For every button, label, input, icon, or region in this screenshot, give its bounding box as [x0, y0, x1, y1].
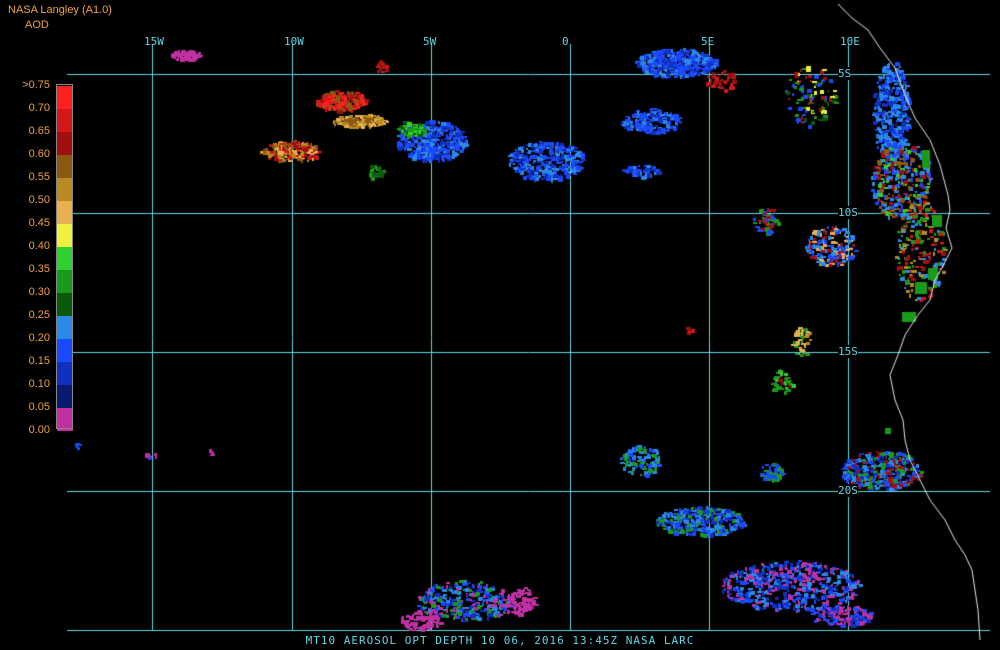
legend-label: 0.65 — [28, 125, 50, 137]
legend-colorbar — [56, 84, 73, 429]
legend-label: 0.15 — [28, 355, 50, 367]
legend-label: 0.30 — [28, 286, 50, 298]
longitude-label: 10E — [840, 35, 860, 48]
legend-label: 0.55 — [28, 171, 50, 183]
credit-label: NASA Langley (A1.0) — [8, 4, 112, 16]
legend-label: 0.25 — [28, 309, 50, 321]
legend-label: 0.00 — [28, 424, 50, 436]
parameter-label: AOD — [25, 19, 49, 31]
longitude-label: 5E — [701, 35, 715, 48]
latitude-label: 10S — [838, 206, 858, 219]
legend-label: 0.40 — [28, 240, 50, 252]
legend-label: >0.75 — [22, 79, 50, 91]
longitude-label: 0 — [562, 35, 569, 48]
latitude-label: 5S — [838, 67, 852, 80]
longitude-label: 15W — [144, 35, 164, 48]
legend-label: 0.50 — [28, 194, 50, 206]
aod-map-canvas — [0, 0, 1000, 650]
footer-caption: MT10 AEROSOL OPT DEPTH 10 06, 2016 13:45… — [305, 634, 695, 647]
legend-label: 0.45 — [28, 217, 50, 229]
color-legend: >0.75 0.70 0.65 0.60 0.55 0.50 0.45 0.40 0.35 0.3… — [0, 78, 80, 438]
latitude-label: 15S — [838, 345, 858, 358]
latitude-label: 20S — [838, 484, 858, 497]
legend-label: 0.35 — [28, 263, 50, 275]
legend-label: 0.20 — [28, 332, 50, 344]
legend-label: 0.60 — [28, 148, 50, 160]
legend-label: 0.70 — [28, 102, 50, 114]
longitude-label: 5W — [423, 35, 437, 48]
longitude-label: 10W — [284, 35, 304, 48]
legend-label: 0.10 — [28, 378, 50, 390]
legend-label: 0.05 — [28, 401, 50, 413]
